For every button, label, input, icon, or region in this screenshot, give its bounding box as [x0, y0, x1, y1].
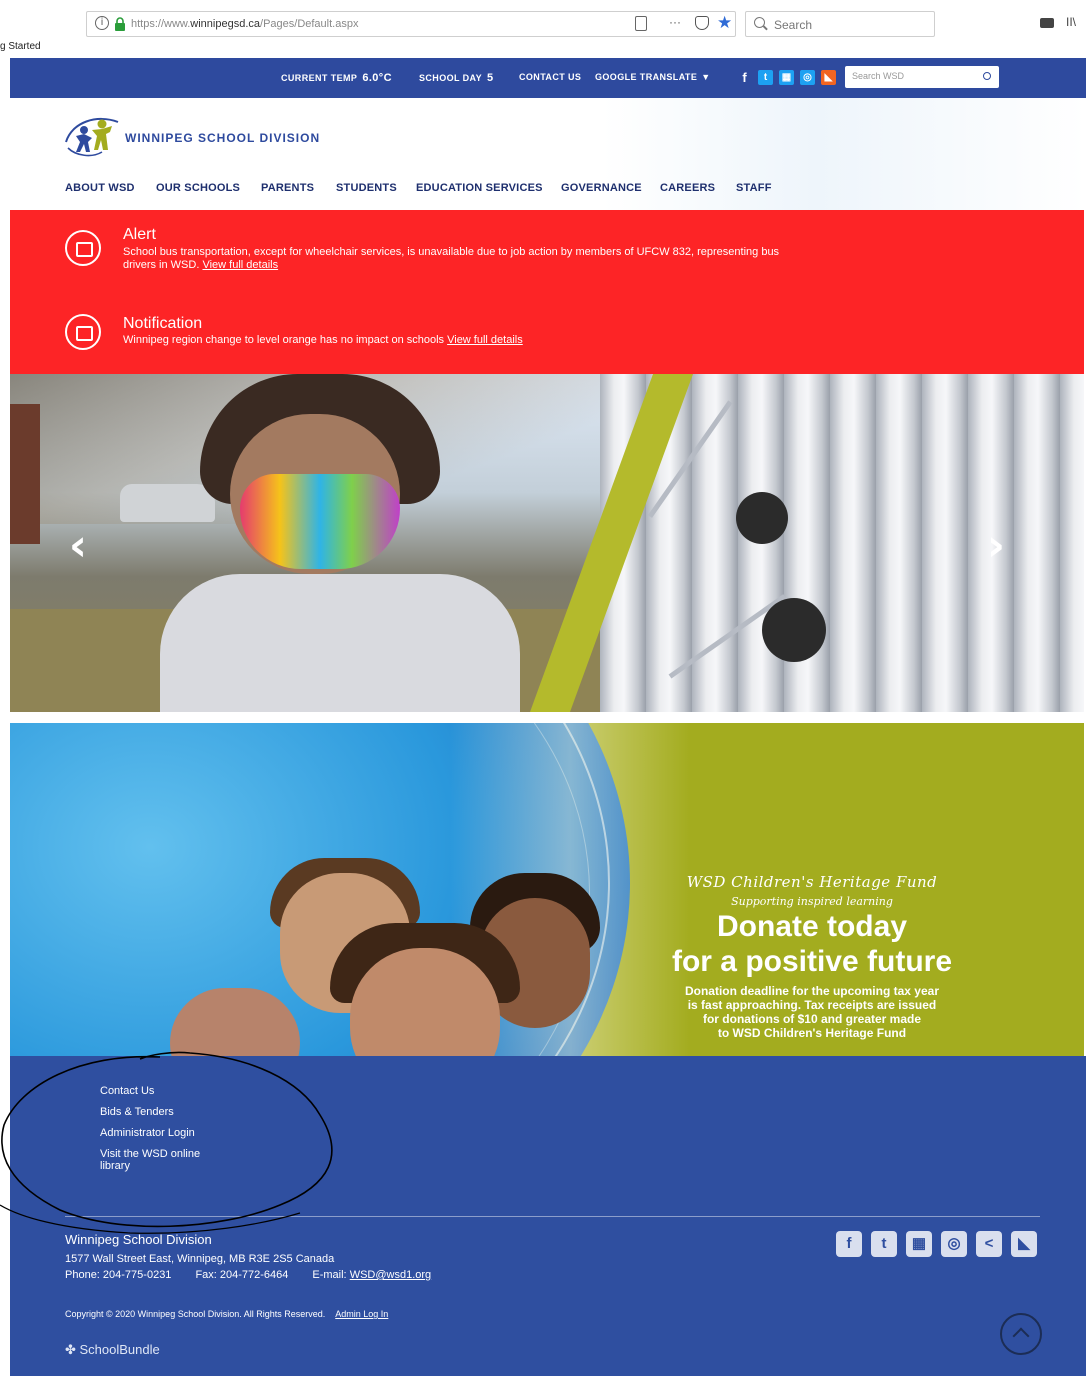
- slider-prev-arrow-icon[interactable]: ‹: [58, 524, 98, 568]
- topbar-twitter-icon[interactable]: t: [758, 70, 773, 85]
- site-search-input[interactable]: Search WSD: [845, 66, 999, 88]
- pocket-icon[interactable]: [695, 16, 709, 30]
- footer-copyright: Copyright © 2020 Winnipeg School Divisio…: [65, 1309, 389, 1319]
- slide-car: [120, 484, 215, 522]
- chevron-down-icon: ▼: [701, 72, 711, 82]
- alert-title: Alert: [123, 226, 156, 243]
- footer-rss-icon[interactable]: ◣: [1011, 1231, 1037, 1257]
- schoolbundle-credit[interactable]: ✤ SchoolBundle: [65, 1342, 160, 1358]
- google-translate-dropdown[interactable]: GOOGLE TRANSLATE ▼: [595, 72, 711, 82]
- temp-value: 6.0°C: [362, 72, 392, 84]
- current-temp: CURRENT TEMP 6.0°C: [281, 72, 392, 84]
- search-icon[interactable]: [983, 72, 991, 80]
- notification-view-details-link[interactable]: View full details: [447, 334, 523, 346]
- more-actions-icon[interactable]: ···: [669, 15, 681, 29]
- footer-contact-info: Phone: 204-775-0231 Fax: 204-772-6464 E-ma…: [65, 1269, 432, 1281]
- banner-body: Donation deadline for the upcoming tax y…: [684, 984, 940, 1040]
- footer-admin-log-in-link[interactable]: Admin Log In: [335, 1309, 388, 1319]
- site-header: WINNIPEG SCHOOL DIVISION ABOUT WSD OUR S…: [10, 98, 1086, 210]
- footer-address: 1577 Wall Street East, Winnipeg, MB R3E …: [65, 1253, 335, 1265]
- banner-tagline: Supporting inspired learning: [731, 895, 893, 908]
- nav-about-wsd[interactable]: ABOUT WSD: [65, 182, 135, 194]
- nav-staff[interactable]: STAFF: [736, 182, 772, 194]
- slide-building: [10, 404, 40, 544]
- bookmark-star-icon[interactable]: ★: [717, 13, 732, 33]
- footer-share-icon[interactable]: <: [976, 1231, 1002, 1257]
- slide-child-shirt: [160, 574, 520, 712]
- logo-text[interactable]: WINNIPEG SCHOOL DIVISION: [125, 131, 320, 145]
- footer-email-link[interactable]: WSD@wsd1.org: [350, 1269, 431, 1281]
- site-search-placeholder: Search WSD: [852, 71, 905, 81]
- nav-careers[interactable]: CAREERS: [660, 182, 715, 194]
- bus-icon: [65, 230, 101, 266]
- utility-bar: CURRENT TEMP 6.0°C SCHOOL DAY 5 CONTACT US…: [10, 58, 1086, 98]
- topbar-instagram-icon[interactable]: ◎: [800, 70, 815, 85]
- banner-headline-1: Donate today: [716, 910, 908, 943]
- notification-body: Winnipeg region change to level orange h…: [123, 334, 523, 346]
- hero-slider[interactable]: ‹ ›: [10, 374, 1084, 712]
- nav-governance[interactable]: GOVERNANCE: [561, 182, 642, 194]
- contact-us-link[interactable]: CONTACT US: [519, 72, 581, 82]
- slider-next-arrow-icon[interactable]: ›: [976, 524, 1016, 568]
- bookmark-getting-started[interactable]: g Started: [0, 41, 41, 52]
- slide-mallet-head: [736, 492, 788, 544]
- browser-search-placeholder: Search: [774, 18, 813, 32]
- info-icon[interactable]: i: [95, 16, 109, 30]
- back-to-top-icon[interactable]: [1000, 1313, 1042, 1355]
- page: i https://www.winnipegsd.ca/Pages/Defaul…: [0, 0, 1086, 1376]
- topbar-rss-icon[interactable]: ◣: [821, 70, 836, 85]
- browser-search-input[interactable]: Search: [745, 11, 935, 37]
- footer-instagram-icon[interactable]: ◎: [941, 1231, 967, 1257]
- topbar-calendar-icon[interactable]: ▦: [779, 70, 794, 85]
- banner-fund-name: WSD Children's Heritage Fund: [686, 873, 938, 891]
- wsd-logo-icon[interactable]: [62, 112, 122, 160]
- footer-facebook-icon[interactable]: f: [836, 1231, 862, 1257]
- reader-view-icon[interactable]: [635, 16, 647, 31]
- school-day-value: 5: [487, 72, 494, 84]
- library-icon[interactable]: II\: [1066, 15, 1076, 29]
- alert-view-details-link[interactable]: View full details: [202, 259, 278, 271]
- alerts-panel: Alert School bus transportation, except …: [10, 210, 1084, 374]
- slide-mallet-head: [762, 598, 826, 662]
- banner-text: WSD Children's Heritage Fund Supporting …: [622, 873, 1002, 1040]
- nav-students[interactable]: STUDENTS: [336, 182, 397, 194]
- banner-headline-2: for a positive future: [671, 945, 953, 978]
- url-text: https://www.winnipegsd.ca/Pages/Default.…: [131, 18, 359, 30]
- nav-parents[interactable]: PARENTS: [261, 182, 314, 194]
- notification-title: Notification: [123, 315, 203, 332]
- topbar-facebook-icon[interactable]: f: [737, 70, 752, 85]
- browser-chrome: i https://www.winnipegsd.ca/Pages/Defaul…: [0, 0, 1086, 58]
- donation-banner[interactable]: WSD Children's Heritage Fund Supporting …: [10, 723, 1084, 1056]
- footer-calendar-icon[interactable]: ▦: [906, 1231, 932, 1257]
- search-icon: [754, 17, 765, 28]
- school-day: SCHOOL DAY 5: [419, 72, 494, 84]
- address-bar[interactable]: i https://www.winnipegsd.ca/Pages/Defaul…: [86, 11, 736, 37]
- alert-body: School bus transportation, except for wh…: [123, 246, 780, 271]
- print-icon[interactable]: [1040, 18, 1054, 28]
- bus-icon: [65, 314, 101, 350]
- nav-education-services[interactable]: EDUCATION SERVICES: [416, 182, 543, 194]
- hand-drawn-circle-annotation: [0, 1051, 333, 1234]
- nav-our-schools[interactable]: OUR SCHOOLS: [156, 182, 240, 194]
- slide-child-mask: [240, 474, 400, 569]
- lock-icon: [115, 17, 125, 31]
- footer-twitter-icon[interactable]: t: [871, 1231, 897, 1257]
